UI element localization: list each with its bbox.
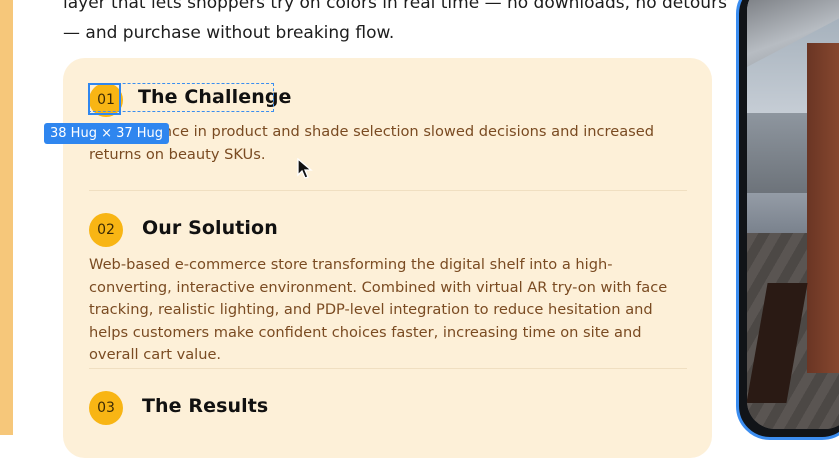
mouse-cursor-icon [297,158,313,179]
section-title[interactable]: The Results [142,395,268,417]
intro-paragraph: layer that lets shoppers try on colors i… [63,0,727,48]
case-study-card[interactable]: 01 The Challenge Inconsistence in produc… [63,58,712,458]
phone-mockup [736,0,839,440]
left-color-stripe [0,0,13,435]
section-number-badge[interactable]: 02 [89,213,123,247]
section-divider [89,368,687,369]
selected-badge-frame[interactable] [88,83,121,115]
intro-line-2: — and purchase without breaking flow. [63,23,395,43]
section-divider [89,190,687,191]
section-body: Inconsistence in product and shade selec… [89,123,654,163]
section-number-badge[interactable]: 03 [89,391,123,425]
wooden-panel-image [807,43,839,373]
phone-screen-photo [747,0,839,429]
section-body: Web-based e-commerce store transforming … [89,256,668,364]
section-title[interactable]: Our Solution [142,217,278,239]
selection-size-label: 38 Hug × 37 Hug [44,123,170,144]
intro-line-1: layer that lets shoppers try on colors i… [63,0,727,13]
